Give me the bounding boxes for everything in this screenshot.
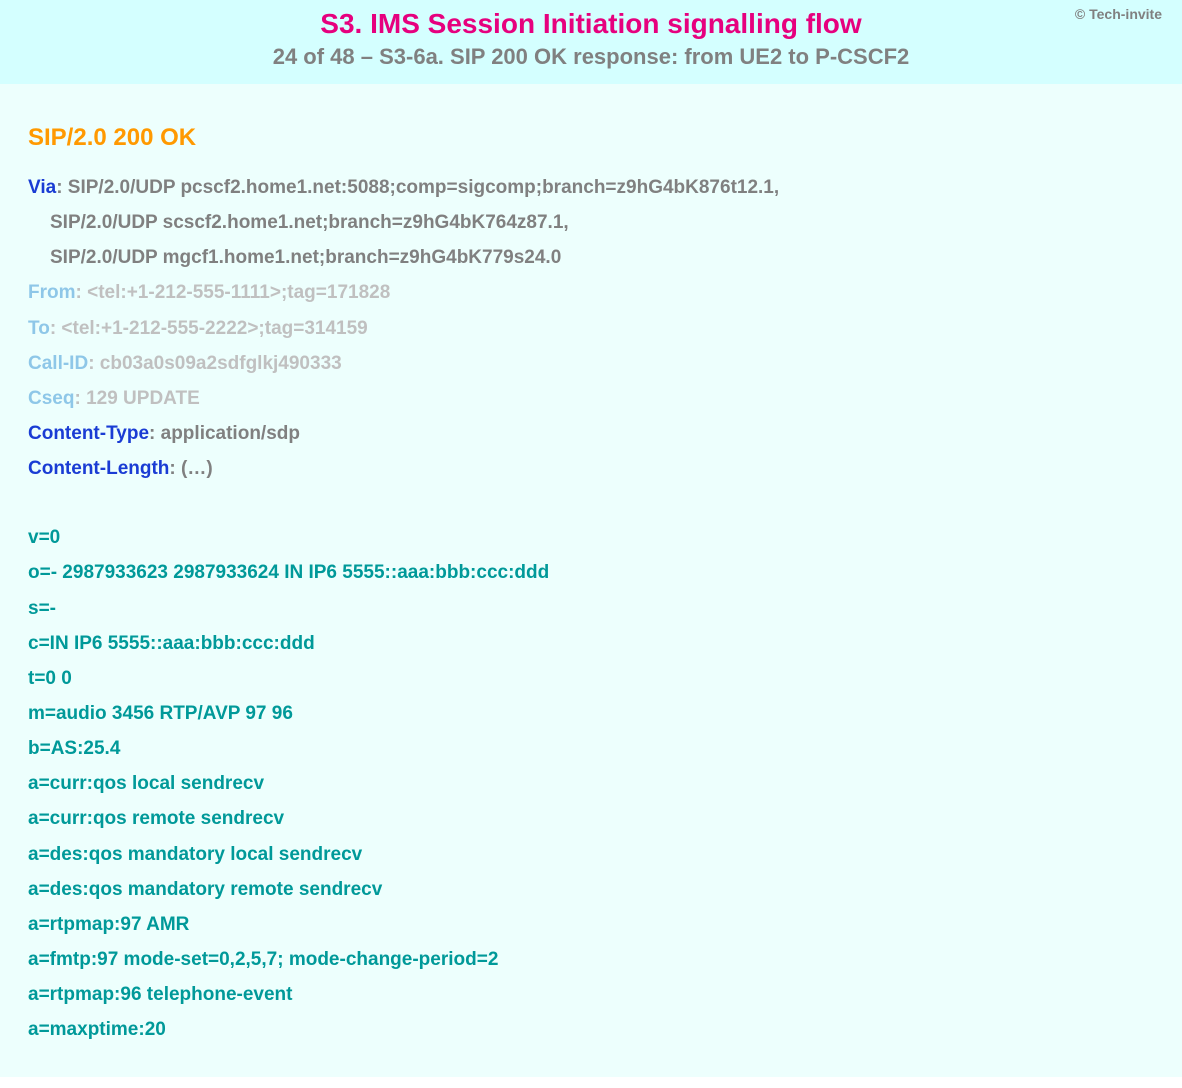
page-title: S3. IMS Session Initiation signalling fl… — [20, 8, 1162, 40]
sdp-line: s=- — [28, 591, 1154, 626]
sip-header-value: : <tel:+1-212-555-2222>;tag=314159 — [50, 318, 368, 339]
sip-header-line: To: <tel:+1-212-555-2222>;tag=314159 — [28, 311, 1154, 346]
sip-header-value: : 129 UPDATE — [74, 388, 199, 409]
copyright-label: © Tech-invite — [1075, 6, 1162, 22]
sdp-line: a=curr:qos local sendrecv — [28, 766, 1154, 801]
sip-header-key: Cseq — [28, 388, 74, 409]
sip-header-line: SIP/2.0/UDP mgcf1.home1.net;branch=z9hG4… — [28, 240, 1154, 275]
sdp-line: a=curr:qos remote sendrecv — [28, 801, 1154, 836]
sdp-line: a=rtpmap:97 AMR — [28, 907, 1154, 942]
sdp-line: b=AS:25.4 — [28, 731, 1154, 766]
sip-header-key: Content-Length — [28, 458, 169, 479]
sip-header-line: Content-Length: (…) — [28, 451, 1154, 486]
sip-header-line: Via: SIP/2.0/UDP pcscf2.home1.net:5088;c… — [28, 170, 1154, 205]
sdp-line: c=IN IP6 5555::aaa:bbb:ccc:ddd — [28, 626, 1154, 661]
sip-header-key: From — [28, 282, 76, 303]
page-subtitle: 24 of 48 – S3-6a. SIP 200 OK response: f… — [20, 44, 1162, 70]
sip-header-key: To — [28, 318, 50, 339]
sip-headers: Via: SIP/2.0/UDP pcscf2.home1.net:5088;c… — [28, 170, 1154, 486]
sip-header-value: : (…) — [169, 458, 212, 479]
sip-header-value: : <tel:+1-212-555-1111>;tag=171828 — [76, 282, 391, 303]
sip-header-line: Content-Type: application/sdp — [28, 416, 1154, 451]
sip-header-value: : application/sdp — [149, 423, 300, 444]
sip-header-line: SIP/2.0/UDP scscf2.home1.net;branch=z9hG… — [28, 205, 1154, 240]
sdp-line: a=des:qos mandatory remote sendrecv — [28, 872, 1154, 907]
page-header: © Tech-invite S3. IMS Session Initiation… — [0, 0, 1182, 84]
sip-header-value: : cb03a0s09a2sdfglkj490333 — [88, 353, 342, 374]
sip-header-value: : SIP/2.0/UDP pcscf2.home1.net:5088;comp… — [56, 177, 779, 198]
sdp-line: a=maxptime:20 — [28, 1012, 1154, 1047]
sip-header-key: Via — [28, 177, 56, 198]
sip-header-key: Call-ID — [28, 353, 88, 374]
sdp-line: a=fmtp:97 mode-set=0,2,5,7; mode-change-… — [28, 942, 1154, 977]
sip-header-value: SIP/2.0/UDP mgcf1.home1.net;branch=z9hG4… — [50, 247, 561, 268]
sdp-body: v=0o=- 2987933623 2987933624 IN IP6 5555… — [28, 520, 1154, 1047]
sdp-line: a=rtpmap:96 telephone-event — [28, 977, 1154, 1012]
sip-header-line: Call-ID: cb03a0s09a2sdfglkj490333 — [28, 346, 1154, 381]
sdp-line: a=des:qos mandatory local sendrecv — [28, 837, 1154, 872]
sdp-line: m=audio 3456 RTP/AVP 97 96 — [28, 696, 1154, 731]
sdp-line: o=- 2987933623 2987933624 IN IP6 5555::a… — [28, 555, 1154, 590]
sip-header-key: Content-Type — [28, 423, 149, 444]
sdp-line: v=0 — [28, 520, 1154, 555]
sip-header-line: Cseq: 129 UPDATE — [28, 381, 1154, 416]
sdp-line: t=0 0 — [28, 661, 1154, 696]
sip-status-line: SIP/2.0 200 OK — [28, 124, 1154, 152]
sip-header-value: SIP/2.0/UDP scscf2.home1.net;branch=z9hG… — [50, 212, 569, 233]
message-content: SIP/2.0 200 OK Via: SIP/2.0/UDP pcscf2.h… — [0, 84, 1182, 1077]
sip-header-line: From: <tel:+1-212-555-1111>;tag=171828 — [28, 275, 1154, 310]
